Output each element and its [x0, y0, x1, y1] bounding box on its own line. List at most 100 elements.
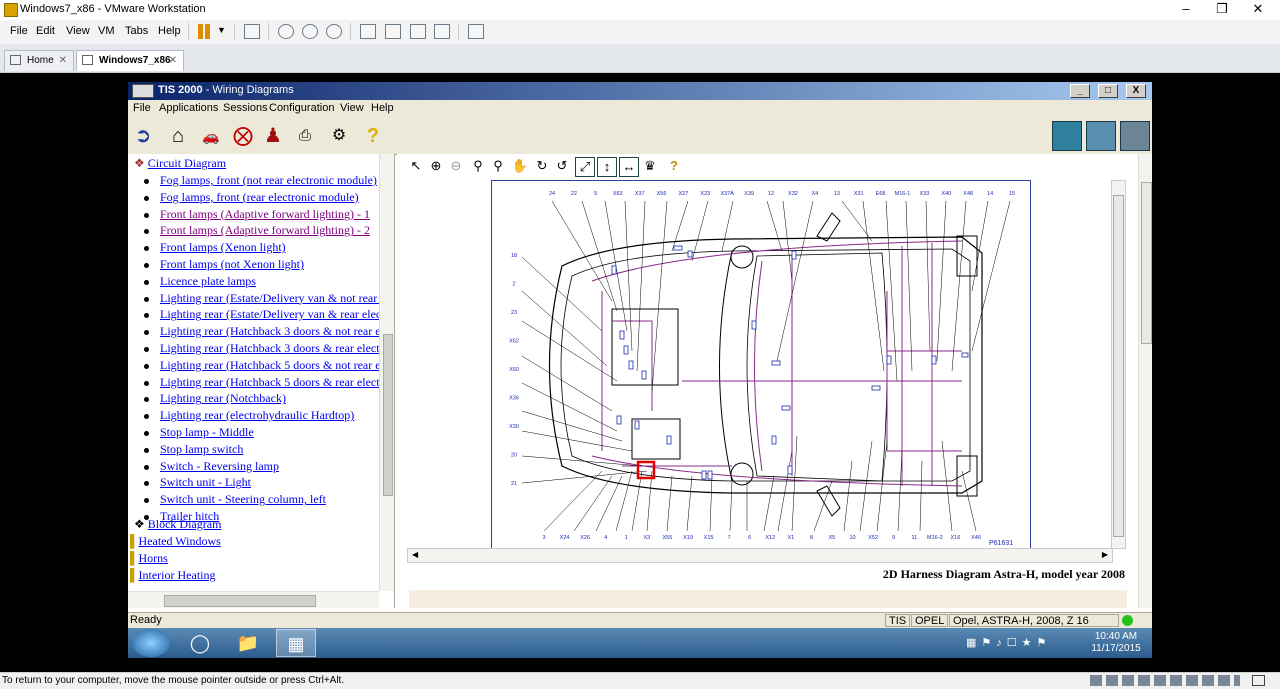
tree-item[interactable]: Front lamps (Xenon light): [144, 240, 286, 255]
tree-item-label[interactable]: Lighting rear (electrohydraulic Hardtop): [160, 408, 354, 422]
settings-icon[interactable]: ⚙: [326, 123, 352, 149]
harness-diagram[interactable]: 24 22 5 X63 X37 X56 X27 X23 X37A X39 12 X32 X4 13 X31 E…: [491, 180, 1031, 549]
help-icon[interactable]: ?: [360, 123, 386, 149]
message-log-icon[interactable]: [1252, 675, 1265, 686]
chevron-down-icon[interactable]: ▼: [217, 25, 226, 35]
rotate-right-icon[interactable]: ↻: [533, 157, 551, 175]
full-screen-icon[interactable]: [410, 24, 426, 39]
tree-node-label[interactable]: Circuit Diagram: [148, 156, 226, 170]
tis-minimize-button[interactable]: _: [1070, 84, 1090, 98]
tree-item[interactable]: Lighting rear (electrohydraulic Hardtop): [144, 408, 354, 423]
person-icon[interactable]: ♟: [260, 123, 286, 149]
tree-item-label[interactable]: Lighting rear (Hatchback 5 doors & not r…: [160, 358, 381, 372]
unity-icon[interactable]: [434, 24, 450, 39]
highlight-icon[interactable]: ♛: [641, 157, 659, 175]
tree-horizontal-scrollbar[interactable]: [128, 591, 379, 608]
exit-icon[interactable]: ➲: [130, 123, 156, 149]
device-status-icons[interactable]: [1090, 675, 1240, 686]
print-icon[interactable]: ⎙: [292, 123, 318, 149]
tree-item-label[interactable]: Lighting rear (Estate/Delivery van & rea…: [160, 307, 385, 321]
menu-view[interactable]: View: [66, 25, 90, 37]
revert-snapshot-icon[interactable]: [302, 24, 318, 39]
cancel-icon[interactable]: ⨂: [230, 123, 256, 149]
guest-screen[interactable]: TIS 2000 - Wiring Diagrams _ □ X File Ap…: [128, 82, 1152, 658]
tree-item[interactable]: Lighting rear (Hatchback 3 doors & not r…: [144, 324, 381, 339]
pane-vertical-scrollbar[interactable]: [1138, 154, 1152, 608]
snapshot-icon[interactable]: [278, 24, 294, 39]
tree-item-label[interactable]: Switch unit - Steering column, left: [160, 492, 326, 506]
tree-item[interactable]: Lighting rear (Estate/Delivery van & rea…: [144, 307, 385, 322]
tis-close-button[interactable]: X: [1126, 84, 1146, 98]
tree-item-label[interactable]: Lighting rear (Estate/Delivery van & not…: [160, 291, 386, 305]
tree-node-circuit-diagram[interactable]: ❖ Circuit Diagram: [134, 156, 226, 171]
menu-edit[interactable]: Edit: [36, 25, 55, 37]
tree-item-label[interactable]: Stop lamp - Middle: [160, 425, 254, 439]
file-explorer-icon[interactable]: 📁: [228, 629, 268, 657]
close-icon[interactable]: ✕: [59, 51, 67, 71]
tree-item[interactable]: Fog lamps, front (rear electronic module…: [144, 190, 359, 205]
tree-node-label[interactable]: Heated Windows: [139, 534, 221, 548]
zoom-out-icon[interactable]: ⊖: [447, 157, 465, 175]
tree-item-label[interactable]: Fog lamps, front (not rear electronic mo…: [160, 173, 377, 187]
close-button[interactable]: ✕: [1240, 0, 1276, 20]
tree-vertical-scrollbar[interactable]: [379, 154, 394, 591]
tree-node-label[interactable]: Interior Heating: [139, 568, 216, 582]
zoom-in-icon[interactable]: ⊕: [427, 157, 445, 175]
sidebar-icon[interactable]: [360, 24, 376, 39]
minimize-button[interactable]: –: [1168, 0, 1204, 20]
tree-item-label[interactable]: Lighting rear (Hatchback 3 doors & not r…: [160, 324, 381, 338]
tis-menu-configuration[interactable]: Configuration: [269, 102, 334, 114]
tree-item[interactable]: Stop lamp - Middle: [144, 425, 254, 440]
tree-item-label[interactable]: Lighting rear (Notchback): [160, 391, 286, 405]
fit-page-icon[interactable]: ⤢: [575, 157, 595, 177]
tree-item-label[interactable]: Front lamps (Adaptive forward lighting) …: [160, 207, 370, 221]
tree-item-label[interactable]: Licence plate lamps: [160, 274, 256, 288]
menu-help[interactable]: Help: [158, 25, 181, 37]
rotate-left-icon[interactable]: ↺: [553, 157, 571, 175]
tree-item-label[interactable]: Front lamps (Xenon light): [160, 240, 286, 254]
scroll-thumb[interactable]: [1141, 182, 1152, 344]
scroll-thumb[interactable]: [1113, 195, 1124, 537]
tree-node-label[interactable]: Block Diagram: [148, 517, 222, 531]
thumbnail-bar-icon[interactable]: [385, 24, 401, 39]
service-info-icon[interactable]: [1120, 121, 1150, 151]
tree-item-label[interactable]: Front lamps (not Xenon light): [160, 257, 304, 271]
tree-item[interactable]: Lighting rear (Hatchback 5 doors & rear …: [144, 375, 380, 390]
tree-item-label[interactable]: Switch unit - Light: [160, 475, 251, 489]
tree-node-horns[interactable]: ▌Horns: [130, 551, 168, 566]
tree-node-label[interactable]: Horns: [139, 551, 168, 565]
tree-item[interactable]: Licence plate lamps: [144, 274, 256, 289]
system-tray-icons[interactable]: ▦⚑♪☐★⚑: [966, 636, 1051, 649]
tree-item[interactable]: Switch unit - Light: [144, 475, 251, 490]
tree-item[interactable]: Front lamps (Adaptive forward lighting) …: [144, 207, 370, 222]
scroll-thumb[interactable]: [164, 595, 316, 607]
fit-height-icon[interactable]: ↕: [597, 157, 617, 177]
help-icon[interactable]: ?: [665, 157, 683, 175]
tis-maximize-button[interactable]: □: [1098, 84, 1118, 98]
tree-item[interactable]: Fog lamps, front (not rear electronic mo…: [144, 173, 377, 188]
taskbar-clock[interactable]: 10:40 AM 11/17/2015: [1088, 631, 1144, 655]
tree-item[interactable]: Switch unit - Steering column, left: [144, 492, 326, 507]
tree-item-label[interactable]: Fog lamps, front (rear electronic module…: [160, 190, 359, 204]
vehicle-selection-icon[interactable]: [1052, 121, 1082, 151]
diagram-vertical-scrollbar[interactable]: [1111, 180, 1126, 549]
tree-item[interactable]: Switch - Reversing lamp: [144, 459, 279, 474]
snapshot-manager-icon[interactable]: [326, 24, 342, 39]
tree-item[interactable]: Lighting rear (Estate/Delivery van & not…: [144, 291, 386, 306]
tree-item-label[interactable]: Switch - Reversing lamp: [160, 459, 279, 473]
tree-node-block-diagram[interactable]: ❖ Block Diagram: [134, 517, 221, 532]
tis-menu-view[interactable]: View: [340, 102, 364, 114]
send-ctrl-alt-del-icon[interactable]: [244, 24, 260, 39]
fit-width-icon[interactable]: ↔: [619, 157, 639, 177]
tree-item-label[interactable]: Lighting rear (Hatchback 3 doors & rear …: [160, 341, 380, 355]
tree-item[interactable]: Lighting rear (Notchback): [144, 391, 286, 406]
scroll-right-icon[interactable]: ▶: [1102, 550, 1108, 559]
magnifier-icon[interactable]: ⚲: [469, 157, 487, 175]
menu-vm[interactable]: VM: [98, 25, 115, 37]
diagnostics-icon[interactable]: [1086, 121, 1116, 151]
tab-windows7[interactable]: Windows7_x86 ✕: [76, 50, 184, 71]
pointer-icon[interactable]: ↖: [407, 157, 425, 175]
tree-node-heated-windows[interactable]: ▌Heated Windows: [130, 534, 221, 549]
tab-home[interactable]: Home ✕: [4, 50, 74, 71]
pause-icon[interactable]: [198, 24, 203, 39]
